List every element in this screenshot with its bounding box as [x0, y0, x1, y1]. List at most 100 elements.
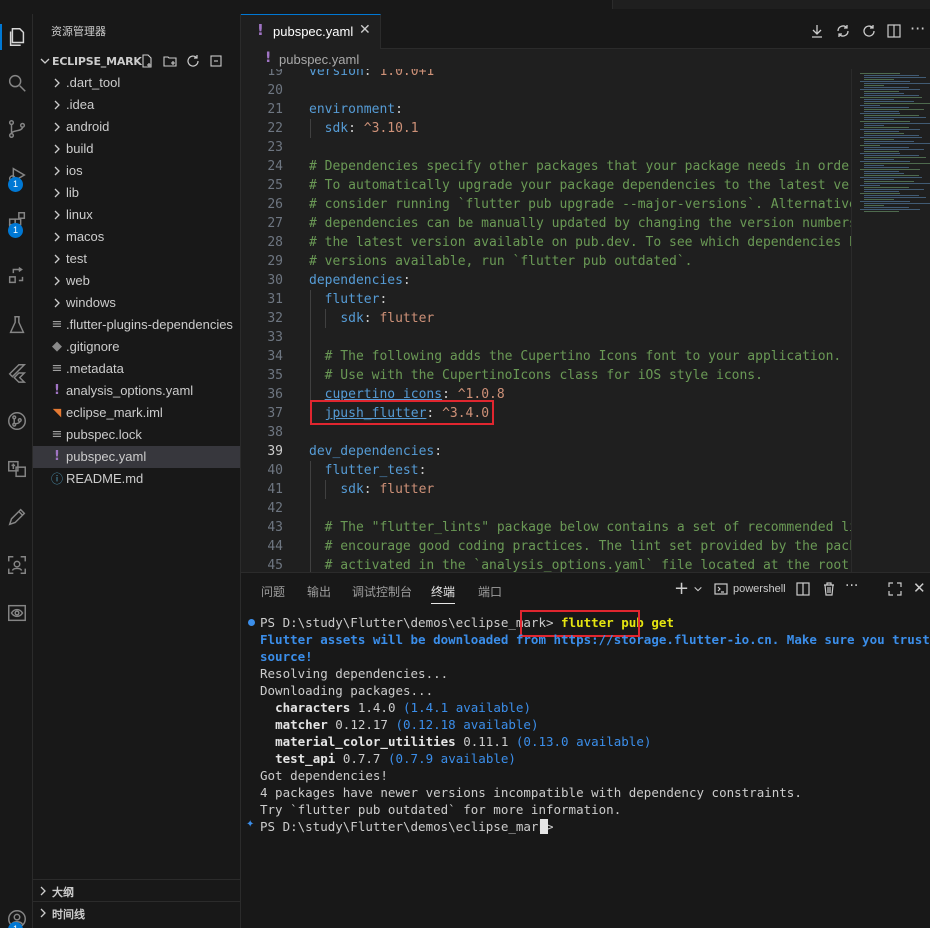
- line-number: 36: [267, 387, 283, 402]
- sync-icon[interactable]: [835, 23, 851, 39]
- code-text: sdk: flutter: [309, 480, 434, 499]
- tab-pubspec-yaml[interactable]: ! pubspec.yaml ✕: [241, 14, 381, 49]
- minimap-line: [864, 197, 926, 198]
- tab-ports[interactable]: 端口: [478, 583, 502, 600]
- minimap-line: [864, 159, 894, 160]
- package-name: test_api: [275, 751, 336, 766]
- tab-terminal[interactable]: 终端: [431, 583, 456, 604]
- workspace-section-header[interactable]: ECLIPSE_MARK: [33, 50, 240, 72]
- layout-controls[interactable]: [612, 0, 930, 9]
- tree-item[interactable]: ≡ .flutter-plugins-dependencies: [33, 314, 240, 336]
- timeline-section-header[interactable]: 时间线: [33, 901, 240, 923]
- breadcrumb-file[interactable]: pubspec.yaml: [279, 52, 359, 67]
- search-activity[interactable]: [0, 68, 33, 98]
- yaml-file-icon: !: [265, 50, 272, 66]
- more-actions-icon[interactable]: ···: [845, 578, 858, 594]
- tree-item[interactable]: test: [33, 248, 240, 270]
- line-number: 20: [267, 83, 283, 98]
- tree-item[interactable]: macos: [33, 226, 240, 248]
- minimap-line: [864, 91, 899, 92]
- minimap-line: [864, 141, 914, 142]
- collapse-all-icon[interactable]: [208, 53, 224, 69]
- more-actions-icon[interactable]: ···: [910, 19, 925, 38]
- new-file-icon[interactable]: [139, 53, 155, 69]
- tree-item[interactable]: ◥ eclipse_mark.iml: [33, 402, 240, 424]
- tree-item[interactable]: .idea: [33, 94, 240, 116]
- terminal-package-line: matcher 0.12.17 (0.12.18 available): [260, 716, 538, 733]
- tab-output[interactable]: 输出: [307, 583, 331, 600]
- code-token: flutter: [379, 311, 435, 326]
- tab-problems[interactable]: 问题: [261, 583, 285, 600]
- code-line: 23: [241, 138, 851, 157]
- preview-activity[interactable]: [0, 598, 33, 628]
- code-text: # dependencies can be manually updated b…: [309, 214, 927, 233]
- remote-activity[interactable]: [0, 260, 33, 290]
- refresh-icon[interactable]: [861, 23, 877, 39]
- minimap[interactable]: [851, 69, 930, 572]
- tree-item[interactable]: android: [33, 116, 240, 138]
- code-token: dev_dependencies: [309, 444, 435, 459]
- tree-item-label: test: [66, 251, 87, 266]
- tree-item[interactable]: ≡ pubspec.lock: [33, 424, 240, 446]
- extensions-activity[interactable]: 1: [0, 206, 33, 238]
- outline-section-header[interactable]: 大纲: [33, 879, 240, 901]
- code-line: 21 environment:: [241, 100, 851, 119]
- code-line: 40 flutter_test:: [241, 461, 851, 480]
- new-terminal-icon[interactable]: +: [674, 578, 689, 599]
- code-editor[interactable]: 19 version: 1.0.0+1 20 21 environment: 22 sdk…: [241, 69, 930, 572]
- minimap-line: [864, 181, 914, 182]
- tree-item-label: web: [66, 273, 90, 288]
- chevron-down-icon[interactable]: [693, 584, 703, 594]
- refresh-icon[interactable]: [185, 53, 201, 69]
- tree-item[interactable]: build: [33, 138, 240, 160]
- minimap-line: [864, 99, 894, 100]
- tree-item[interactable]: linux: [33, 204, 240, 226]
- line-number: 34: [267, 349, 283, 364]
- indent-guide: [325, 480, 326, 499]
- flutter-activity[interactable]: [0, 358, 33, 388]
- new-folder-icon[interactable]: [162, 53, 178, 69]
- text-file-icon: ≡: [51, 427, 63, 442]
- shell-label[interactable]: powershell: [733, 583, 786, 595]
- accounts-activity[interactable]: 1: [0, 904, 33, 928]
- download-icon[interactable]: [809, 23, 825, 39]
- minimap-line: [864, 109, 924, 110]
- code-token: sdk: [340, 311, 364, 326]
- minimap-line: [864, 143, 930, 144]
- chevron-right-icon: [54, 254, 60, 264]
- code-token: # encourage good coding practices. The l…: [324, 539, 904, 554]
- split-editor-icon[interactable]: [886, 23, 902, 39]
- line-number: 33: [267, 330, 283, 345]
- edit-activity[interactable]: [0, 502, 33, 532]
- title-bar: [0, 0, 930, 14]
- tab-debug-console[interactable]: 调试控制台: [352, 583, 412, 600]
- code-token: :: [363, 311, 380, 326]
- source-control-activity[interactable]: [0, 114, 33, 144]
- chevron-right-icon: [54, 298, 60, 308]
- code-line: 38: [241, 423, 851, 442]
- tree-item[interactable]: ! pubspec.yaml: [33, 446, 240, 468]
- run-debug-activity[interactable]: 1: [0, 160, 33, 192]
- tree-item[interactable]: .dart_tool: [33, 72, 240, 94]
- scan-activity[interactable]: [0, 550, 33, 580]
- tree-item[interactable]: web: [33, 270, 240, 292]
- testing-activity[interactable]: [0, 310, 33, 340]
- split-terminal-icon[interactable]: [795, 581, 811, 597]
- tree-item[interactable]: windows: [33, 292, 240, 314]
- git-graph-activity[interactable]: [0, 406, 33, 436]
- explorer-activity[interactable]: [0, 22, 33, 52]
- minimap-line: [864, 199, 894, 200]
- trash-icon[interactable]: [821, 581, 837, 597]
- tree-item[interactable]: ≡ .metadata: [33, 358, 240, 380]
- close-panel-icon[interactable]: ✕: [913, 579, 926, 597]
- minimap-line: [860, 201, 910, 202]
- translate-activity[interactable]: [0, 454, 33, 484]
- line-number: 27: [267, 216, 283, 231]
- tree-item[interactable]: ios: [33, 160, 240, 182]
- tree-item[interactable]: ⓘ README.md: [33, 468, 240, 490]
- tree-item[interactable]: lib: [33, 182, 240, 204]
- tree-item[interactable]: ◆ .gitignore: [33, 336, 240, 358]
- close-icon[interactable]: ✕: [359, 22, 371, 38]
- maximize-panel-icon[interactable]: [887, 581, 903, 597]
- tree-item[interactable]: ! analysis_options.yaml: [33, 380, 240, 402]
